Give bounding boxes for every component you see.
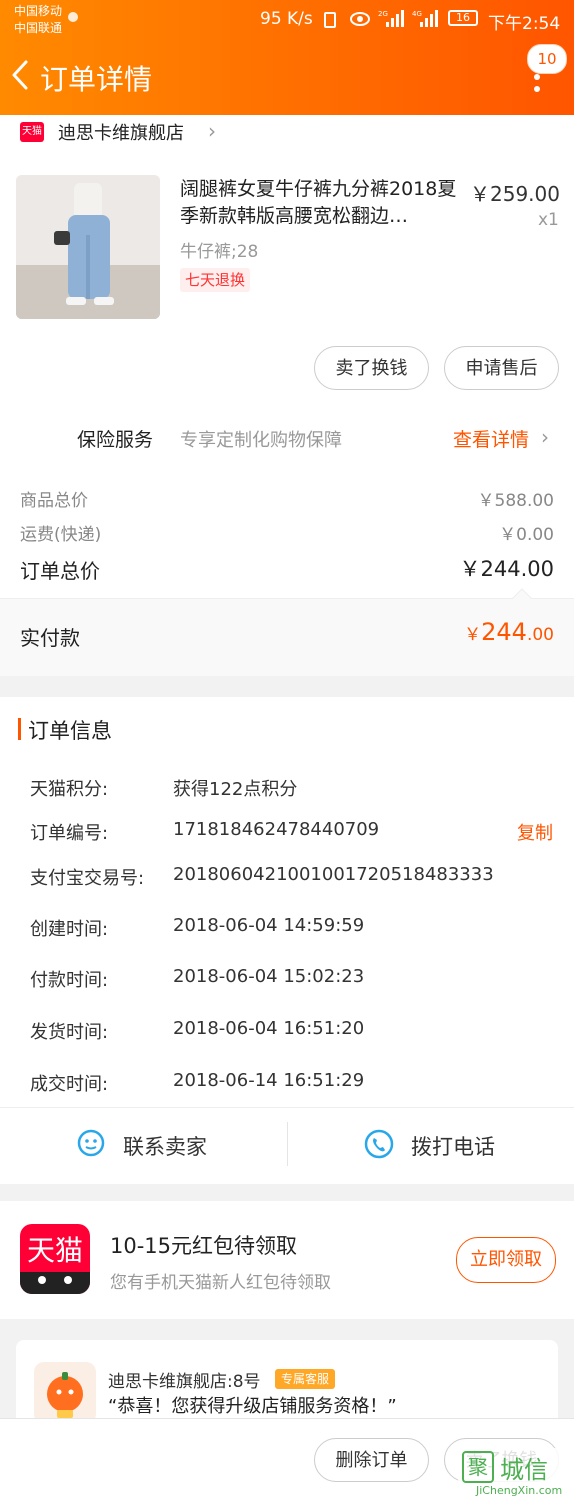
signal-icon-2: 4G: [412, 10, 438, 27]
paid-decimal: .00: [526, 625, 554, 645]
eye-icon: [350, 12, 370, 26]
page-title: 订单详情: [40, 63, 153, 96]
section-accent-bar: [18, 718, 21, 740]
aftersale-button[interactable]: 申请售后: [444, 346, 559, 390]
signal-icon-1: 2G: [378, 10, 404, 27]
product-quantity: x1: [538, 210, 559, 230]
contact-seller-label: 联系卖家: [123, 1135, 207, 1159]
paid-currency: ￥: [464, 625, 482, 645]
battery-icon: 16: [448, 10, 478, 26]
svg-text:4G: 4G: [412, 10, 422, 18]
insurance-details-link[interactable]: 查看详情: [453, 425, 529, 452]
carrier-2: 中国联通: [14, 21, 63, 35]
payment-time-label: 付款时间:: [30, 970, 109, 991]
shipping-time-label: 发货时间:: [30, 1022, 109, 1043]
shipping-time-value: 2018-06-04 16:51:20: [173, 1018, 365, 1039]
completion-time-value: 2018-06-14 16:51:29: [173, 1070, 365, 1091]
alipay-number-value: 2018060421001001720518483333: [173, 864, 494, 885]
chevron-right-icon[interactable]: ›: [208, 119, 216, 143]
product-image[interactable]: [16, 175, 160, 319]
order-number-label: 订单编号:: [30, 823, 109, 844]
tmall-logo-text: 天猫: [26, 1234, 83, 1267]
network-speed: 95 K/s: [260, 9, 313, 29]
delete-order-button[interactable]: 删除订单: [314, 1438, 429, 1482]
insurance-label: 保险服务: [77, 429, 154, 451]
completion-time-label: 成交时间:: [30, 1074, 109, 1095]
claim-now-button[interactable]: 立即领取: [456, 1237, 556, 1283]
service-agent-name: 迪思卡维旗舰店:8号: [108, 1372, 261, 1392]
created-time-label: 创建时间:: [30, 919, 109, 940]
shipping-value: ￥0.00: [499, 525, 554, 545]
exclusive-service-tag: 专属客服: [275, 1369, 336, 1389]
tmall-store-icon: 天猫: [20, 122, 44, 142]
svg-text:2G: 2G: [378, 10, 388, 18]
created-time-value: 2018-06-04 14:59:59: [173, 915, 365, 936]
call-phone-label: 拨打电话: [411, 1135, 495, 1159]
phone-icon: [364, 1129, 394, 1159]
goods-total-label: 商品总价: [20, 491, 88, 511]
order-number-value: 171818462478440709: [173, 819, 380, 840]
order-total-value: ￥244.00: [459, 557, 554, 581]
watermark-url: JiChengXin.com: [476, 1484, 563, 1497]
points-value: 获得122点积分: [173, 779, 298, 800]
copy-button[interactable]: 复制: [517, 819, 553, 845]
paid-integer: 244: [481, 618, 527, 646]
vibrate-icon: [324, 12, 336, 28]
service-message: “恭喜！您获得升级店铺服务资格！”: [108, 1396, 397, 1417]
message-count-badge[interactable]: 10: [527, 44, 567, 74]
store-name[interactable]: 迪思卡维旗舰店: [58, 119, 184, 145]
carrier-1: 中国移动: [14, 4, 63, 18]
service-avatar: [34, 1362, 96, 1424]
notification-icon: [68, 12, 78, 22]
goods-total-value: ￥588.00: [477, 491, 554, 511]
sell-button[interactable]: 卖了换钱: [314, 346, 429, 390]
clock: 下午2:54: [488, 14, 561, 34]
red-packet-title: 10-15元红包待领取: [110, 1234, 298, 1258]
shipping-label: 运费(快递): [20, 525, 102, 545]
points-label: 天猫积分:: [30, 779, 109, 800]
battery-level: 16: [456, 11, 470, 24]
caret-up-icon: [512, 588, 532, 599]
paid-amount: ￥244.00: [464, 618, 554, 646]
alipay-number-label: 支付宝交易号:: [30, 868, 145, 889]
back-arrow-icon[interactable]: [10, 60, 30, 90]
insurance-description: 专享定制化购物保障: [180, 430, 342, 451]
chat-bubble-icon: [77, 1129, 105, 1157]
red-packet-subtitle: 您有手机天猫新人红包待领取: [110, 1273, 331, 1293]
tmall-logo: 天猫: [20, 1224, 90, 1294]
product-title[interactable]: 阔腿裤女夏牛仔裤九分裤2018夏季新款韩版高腰宽松翻边…: [180, 176, 460, 230]
order-info-panel: [0, 697, 574, 1107]
paid-label: 实付款: [20, 626, 80, 650]
watermark-text: 城信: [500, 1456, 548, 1484]
product-price: ￥259.00: [470, 182, 560, 206]
return-policy-tag: 七天退换: [180, 268, 251, 292]
order-total-label: 订单总价: [20, 559, 100, 583]
chevron-right-icon[interactable]: ›: [541, 425, 549, 449]
watermark-logo: 聚: [462, 1451, 494, 1483]
payment-time-value: 2018-06-04 15:02:23: [173, 966, 365, 987]
product-sku: 牛仔裤;28: [180, 242, 259, 262]
order-info-title: 订单信息: [28, 719, 112, 743]
